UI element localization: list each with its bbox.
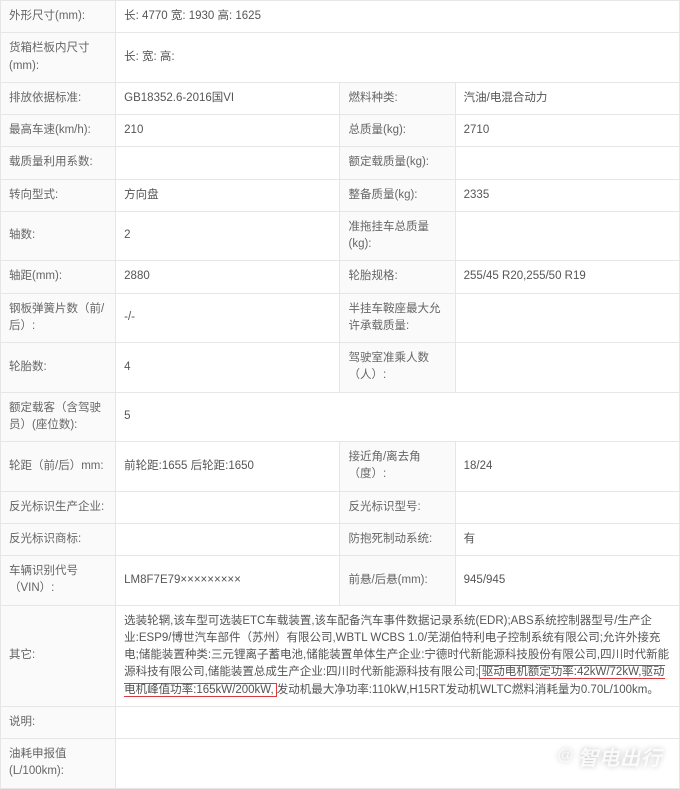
spec-row: 其它:选装轮辋,该车型可选装ETC车载装置,该车配备汽车事件数据记录系统(EDR… (1, 605, 680, 706)
spec-label: 轮胎规格: (340, 261, 455, 293)
spec-value: 2335 (455, 179, 679, 211)
spec-value: -/- (116, 293, 340, 343)
spec-value: 4 (116, 343, 340, 393)
spec-value: 有 (455, 523, 679, 555)
spec-table: 外形尺寸(mm):长: 4770 宽: 1930 高: 1625货箱栏板内尺寸(… (0, 0, 680, 789)
spec-label: 载质量利用系数: (1, 147, 116, 179)
spec-label: 反光标识商标: (1, 523, 116, 555)
spec-value: LM8F7E79××××××××× (116, 556, 340, 606)
spec-value: 长: 宽: 高: (116, 33, 680, 83)
spec-label: 燃料种类: (340, 82, 455, 114)
spec-label: 轴数: (1, 211, 116, 261)
spec-value: 18/24 (455, 442, 679, 492)
spec-label: 最高车速(km/h): (1, 115, 116, 147)
spec-row: 轮胎数:4驾驶室准乘人数（人）: (1, 343, 680, 393)
spec-value: 255/45 R20,255/50 R19 (455, 261, 679, 293)
spec-label: 接近角/离去角（度）: (340, 442, 455, 492)
spec-value: 前轮距:1655 后轮距:1650 (116, 442, 340, 492)
spec-value: 方向盘 (116, 179, 340, 211)
spec-row: 反光标识商标: 防抱死制动系统:有 (1, 523, 680, 555)
spec-row: 钢板弹簧片数（前/后）:-/-半挂车鞍座最大允许承载质量: (1, 293, 680, 343)
spec-label: 外形尺寸(mm): (1, 1, 116, 33)
spec-row: 载质量利用系数: 额定载质量(kg): (1, 147, 680, 179)
spec-label: 反光标识型号: (340, 491, 455, 523)
spec-label: 其它: (1, 605, 116, 706)
spec-value-rich: 选装轮辋,该车型可选装ETC车载装置,该车配备汽车事件数据记录系统(EDR);A… (116, 605, 680, 706)
spec-value (455, 491, 679, 523)
spec-label: 总质量(kg): (340, 115, 455, 147)
spec-value (455, 147, 679, 179)
spec-value: 2710 (455, 115, 679, 147)
spec-row: 货箱栏板内尺寸(mm):长: 宽: 高: (1, 33, 680, 83)
spec-value: 5 (116, 392, 680, 442)
spec-label: 车辆识别代号（VIN）: (1, 556, 116, 606)
spec-row: 说明: (1, 706, 680, 738)
spec-label: 驾驶室准乘人数（人）: (340, 343, 455, 393)
spec-label: 准拖挂车总质量(kg): (340, 211, 455, 261)
spec-label: 货箱栏板内尺寸(mm): (1, 33, 116, 83)
spec-value: 长: 4770 宽: 1930 高: 1625 (116, 1, 680, 33)
spec-row: 额定载客（含驾驶员）(座位数):5 (1, 392, 680, 442)
spec-label: 说明: (1, 706, 116, 738)
spec-label: 前悬/后悬(mm): (340, 556, 455, 606)
spec-label: 整备质量(kg): (340, 179, 455, 211)
rich-post: 发动机最大净功率:110kW,H15RT发动机WLTC燃料消耗量为0.70L/1… (277, 684, 659, 696)
spec-row: 轮距（前/后）mm:前轮距:1655 后轮距:1650接近角/离去角（度）:18… (1, 442, 680, 492)
spec-value: 945/945 (455, 556, 679, 606)
spec-value (455, 293, 679, 343)
spec-label: 额定载客（含驾驶员）(座位数): (1, 392, 116, 442)
spec-label: 轮距（前/后）mm: (1, 442, 116, 492)
spec-row: 外形尺寸(mm):长: 4770 宽: 1930 高: 1625 (1, 1, 680, 33)
spec-value (455, 211, 679, 261)
spec-label: 钢板弹簧片数（前/后）: (1, 293, 116, 343)
spec-row: 最高车速(km/h):210总质量(kg):2710 (1, 115, 680, 147)
spec-row: 轴距(mm):2880轮胎规格:255/45 R20,255/50 R19 (1, 261, 680, 293)
spec-value (455, 343, 679, 393)
spec-label: 转向型式: (1, 179, 116, 211)
spec-row: 油耗申报值(L/100km): (1, 739, 680, 789)
spec-row: 排放依据标准:GB18352.6-2016国VI燃料种类:汽油/电混合动力 (1, 82, 680, 114)
spec-label: 轴距(mm): (1, 261, 116, 293)
spec-value: 210 (116, 115, 340, 147)
spec-value: 汽油/电混合动力 (455, 82, 679, 114)
spec-value (116, 523, 340, 555)
spec-value (116, 491, 340, 523)
spec-value (116, 147, 340, 179)
spec-label: 油耗申报值(L/100km): (1, 739, 116, 789)
spec-label: 排放依据标准: (1, 82, 116, 114)
spec-row: 转向型式:方向盘整备质量(kg):2335 (1, 179, 680, 211)
spec-label: 反光标识生产企业: (1, 491, 116, 523)
spec-value: GB18352.6-2016国VI (116, 82, 340, 114)
spec-value (116, 706, 680, 738)
spec-row: 反光标识生产企业: 反光标识型号: (1, 491, 680, 523)
spec-row: 车辆识别代号（VIN）:LM8F7E79×××××××××前悬/后悬(mm):9… (1, 556, 680, 606)
spec-value: 2880 (116, 261, 340, 293)
spec-label: 防抱死制动系统: (340, 523, 455, 555)
spec-label: 轮胎数: (1, 343, 116, 393)
spec-row: 轴数:2准拖挂车总质量(kg): (1, 211, 680, 261)
spec-value: 2 (116, 211, 340, 261)
spec-value (116, 739, 680, 789)
spec-label: 半挂车鞍座最大允许承载质量: (340, 293, 455, 343)
spec-label: 额定载质量(kg): (340, 147, 455, 179)
